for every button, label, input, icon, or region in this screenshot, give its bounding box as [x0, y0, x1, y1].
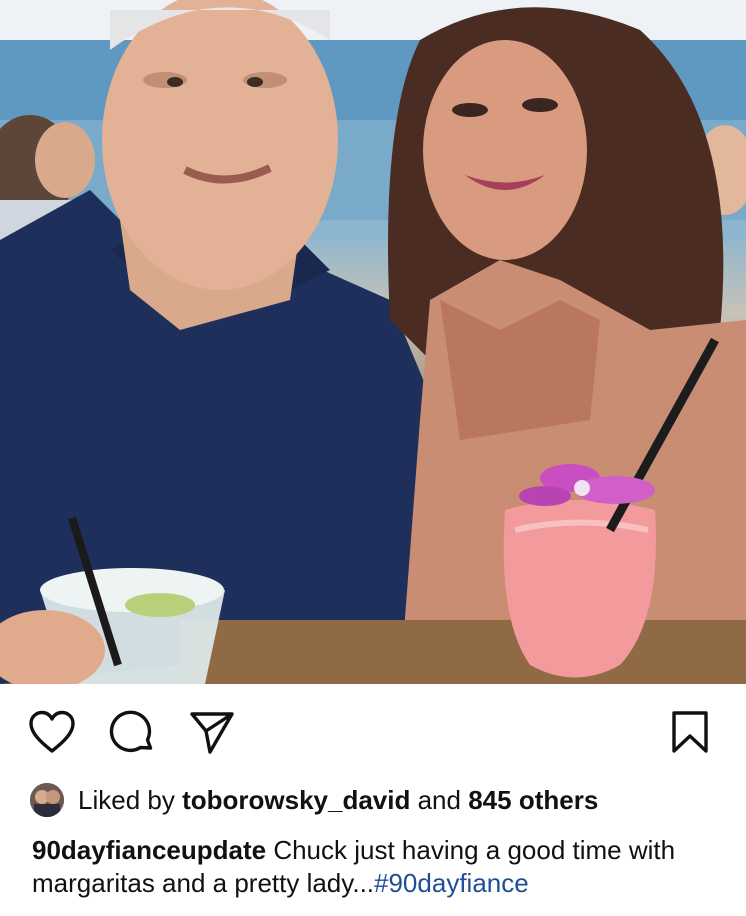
liker-avatar[interactable]: [30, 783, 64, 817]
caption-hashtag[interactable]: #90dayfiance: [374, 868, 529, 898]
caption-username[interactable]: 90dayfianceupdate: [32, 835, 266, 865]
send-icon: [190, 712, 234, 754]
liked-by-prefix: Liked by: [78, 784, 175, 815]
comment-button[interactable]: [108, 708, 156, 756]
bookmark-icon: [672, 711, 708, 753]
likes-summary: Liked by toborowsky_david and 845 others: [30, 782, 598, 818]
liked-by-others-link[interactable]: 845 others: [468, 785, 598, 816]
comment-icon: [109, 710, 153, 753]
avatar-image: [30, 783, 64, 817]
heart-icon: [29, 710, 75, 753]
action-bar: [0, 684, 746, 784]
instagram-post: Liked by toborowsky_david and 845 others…: [0, 0, 746, 916]
save-button[interactable]: [666, 708, 714, 756]
like-button[interactable]: [28, 708, 76, 756]
liked-by-user-link[interactable]: toborowsky_david: [182, 785, 410, 816]
share-button[interactable]: [188, 708, 236, 756]
photo-illustration: [0, 0, 746, 684]
liked-by-joiner: and: [417, 784, 461, 815]
post-caption: 90dayfianceupdate Chuck just having a go…: [32, 834, 722, 900]
post-photo[interactable]: [0, 0, 746, 684]
